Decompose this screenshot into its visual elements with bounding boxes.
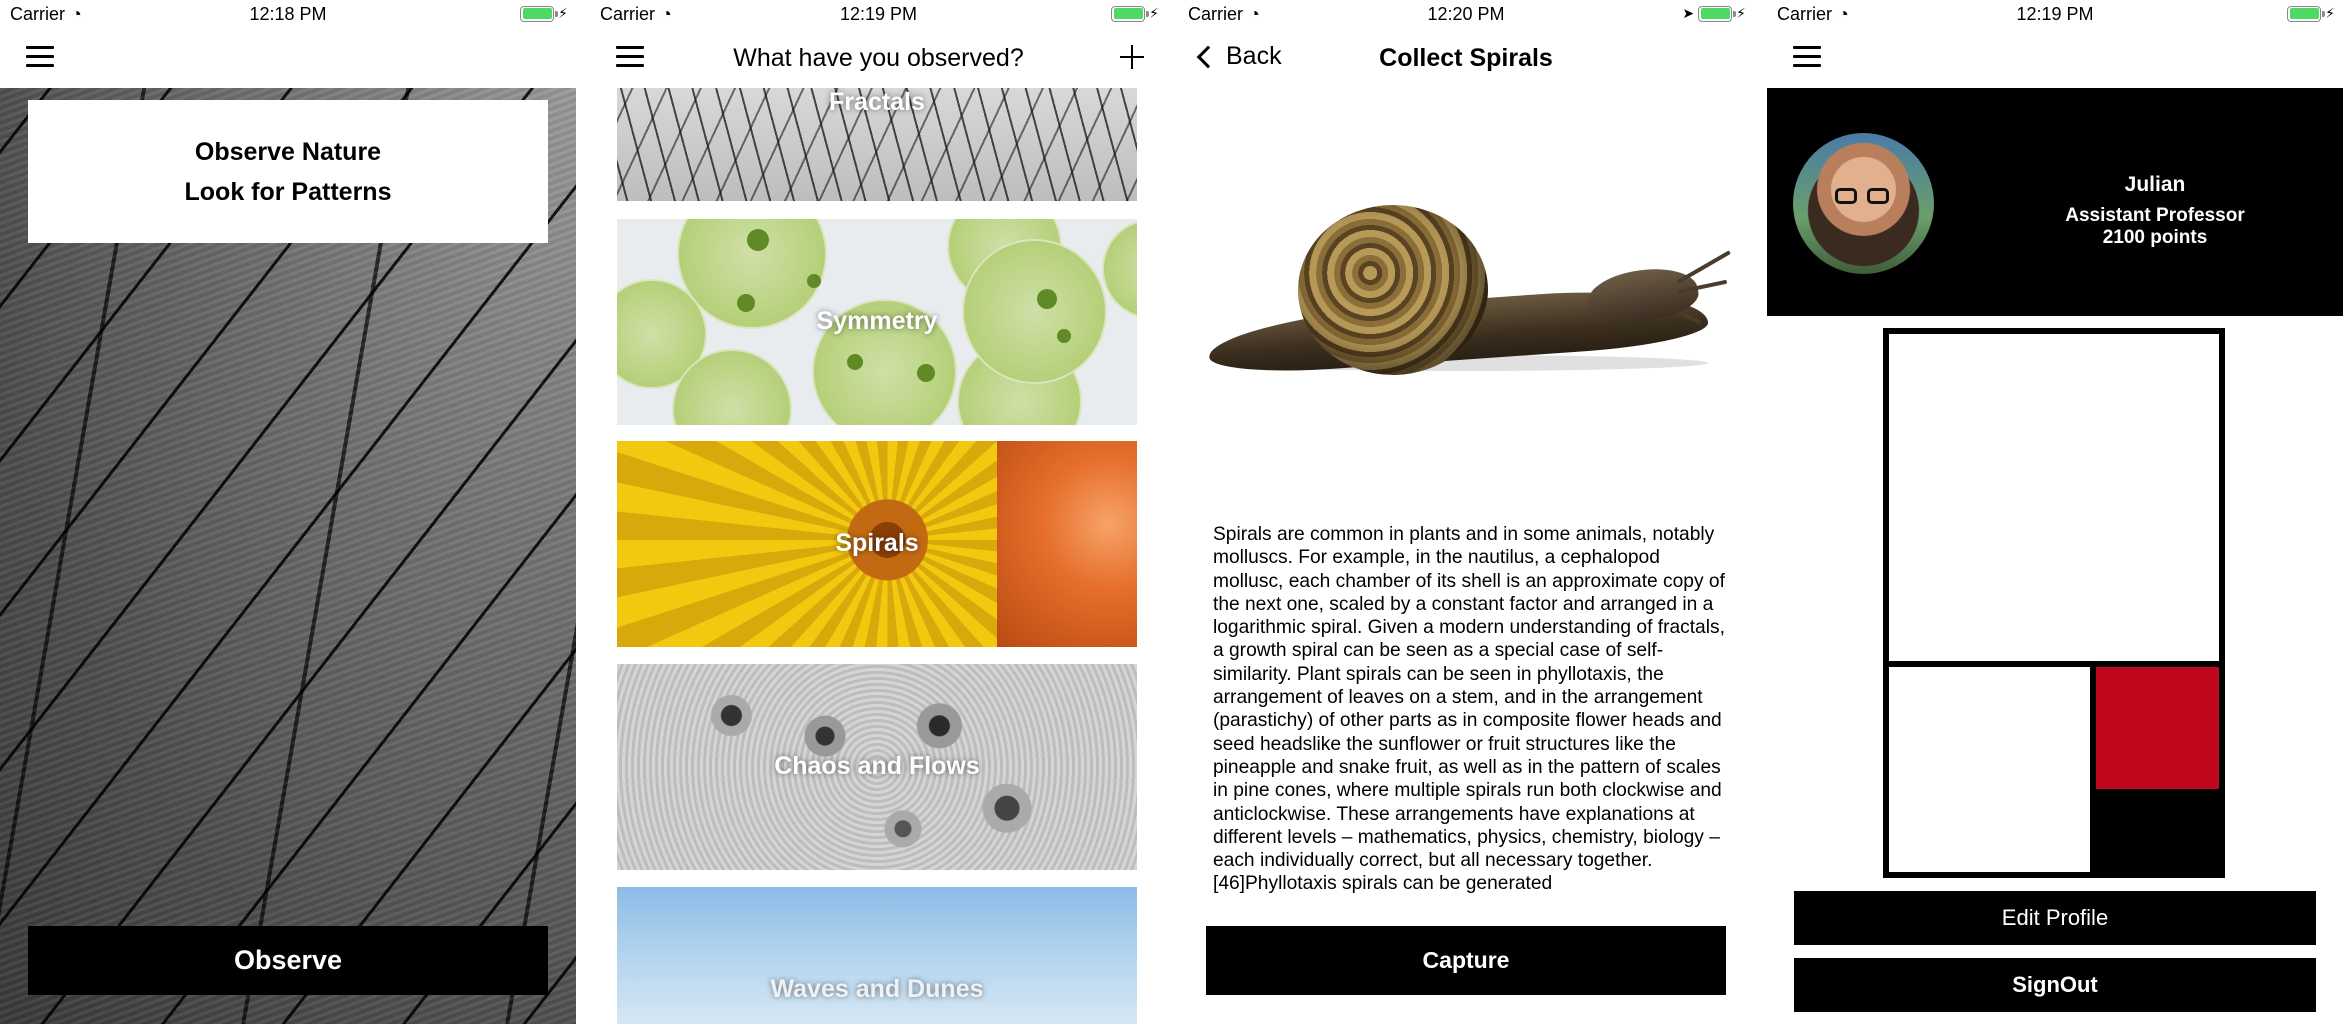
- profile-title: Assistant Professor: [2065, 205, 2245, 226]
- hamburger-menu-icon[interactable]: [26, 46, 54, 68]
- collect-spirals-screen: Carrier ◔ 12:20 PM ➤ ⚡ Back Collect Spiral…: [1178, 0, 1754, 1024]
- mondrian-artwork: [1883, 328, 2225, 878]
- hero-line-1: Observe Nature: [194, 138, 382, 166]
- category-label: Symmetry: [816, 307, 938, 335]
- nav-bar: What have you observed?: [590, 30, 1167, 88]
- home-screen: Carrier ◔ 12:18 PM ⚡ Observe Nature Look …: [0, 0, 576, 1024]
- status-bar: Carrier ◔ 12:20 PM ➤ ⚡: [1178, 0, 1754, 30]
- category-tile-spirals[interactable]: Spirals: [617, 441, 1137, 647]
- category-tile-chaos-and-flows[interactable]: Chaos and Flows: [617, 664, 1137, 870]
- profile-name: Julian: [2124, 173, 2186, 196]
- categories-screen: Carrier ◔ 12:19 PM ⚡ What have you observ…: [590, 0, 1167, 1024]
- charging-icon: ⚡: [558, 5, 568, 21]
- page-title: What have you observed?: [733, 44, 1024, 72]
- page-title: Collect Spirals: [1379, 44, 1553, 72]
- status-bar: Carrier ◔ 12:18 PM ⚡: [0, 0, 576, 30]
- capture-button[interactable]: Capture: [1206, 926, 1726, 995]
- snail-image: [1206, 150, 1731, 430]
- charging-icon: ⚡: [1149, 5, 1159, 21]
- nav-bar: [0, 30, 576, 88]
- profile-screen: Carrier ◔ 12:19 PM ⚡ Julian Assistant Pro…: [1767, 0, 2343, 1024]
- edit-profile-button[interactable]: Edit Profile: [1794, 891, 2316, 945]
- signout-button[interactable]: SignOut: [1794, 958, 2316, 1012]
- battery-icon: [2287, 5, 2326, 22]
- observe-button[interactable]: Observe: [28, 926, 548, 995]
- category-label: Chaos and Flows: [774, 752, 980, 780]
- category-tile-waves-and-dunes[interactable]: Waves and Dunes: [617, 887, 1137, 1024]
- description-text: Spirals are common in plants and in some…: [1213, 524, 1725, 895]
- category-label: Spirals: [835, 529, 919, 557]
- battery-icon: [520, 5, 559, 22]
- category-tile-symmetry[interactable]: Symmetry: [617, 219, 1137, 425]
- category-label: Fractals: [829, 88, 925, 116]
- hamburger-menu-icon[interactable]: [1793, 46, 1821, 68]
- status-time: 12:20 PM: [1427, 4, 1505, 24]
- status-time: 12:18 PM: [249, 4, 327, 24]
- charging-icon: ⚡: [1736, 5, 1746, 21]
- profile-points: 2100 points: [2102, 227, 2208, 248]
- category-label: Waves and Dunes: [770, 975, 984, 1003]
- nav-bar: Back Collect Spirals: [1178, 30, 1754, 88]
- battery-icon: [1698, 5, 1737, 22]
- hero-card: Observe Nature Look for Patterns: [28, 100, 548, 243]
- battery-icon: [1111, 5, 1150, 22]
- plus-icon[interactable]: [1117, 42, 1147, 72]
- charging-icon: ⚡: [2325, 5, 2335, 21]
- hero-line-2: Look for Patterns: [184, 178, 392, 206]
- status-bar: Carrier ◔ 12:19 PM ⚡: [1767, 0, 2343, 30]
- avatar: [1793, 133, 1934, 274]
- status-time: 12:19 PM: [2016, 4, 2094, 24]
- status-bar: Carrier ◔ 12:19 PM ⚡: [590, 0, 1167, 30]
- category-tile-fractals[interactable]: Fractals: [617, 88, 1137, 201]
- nav-bar: [1767, 30, 2343, 88]
- status-time: 12:19 PM: [839, 4, 918, 24]
- location-arrow-icon: ➤: [1682, 5, 1695, 21]
- profile-header: Julian Assistant Professor 2100 points: [1767, 88, 2343, 316]
